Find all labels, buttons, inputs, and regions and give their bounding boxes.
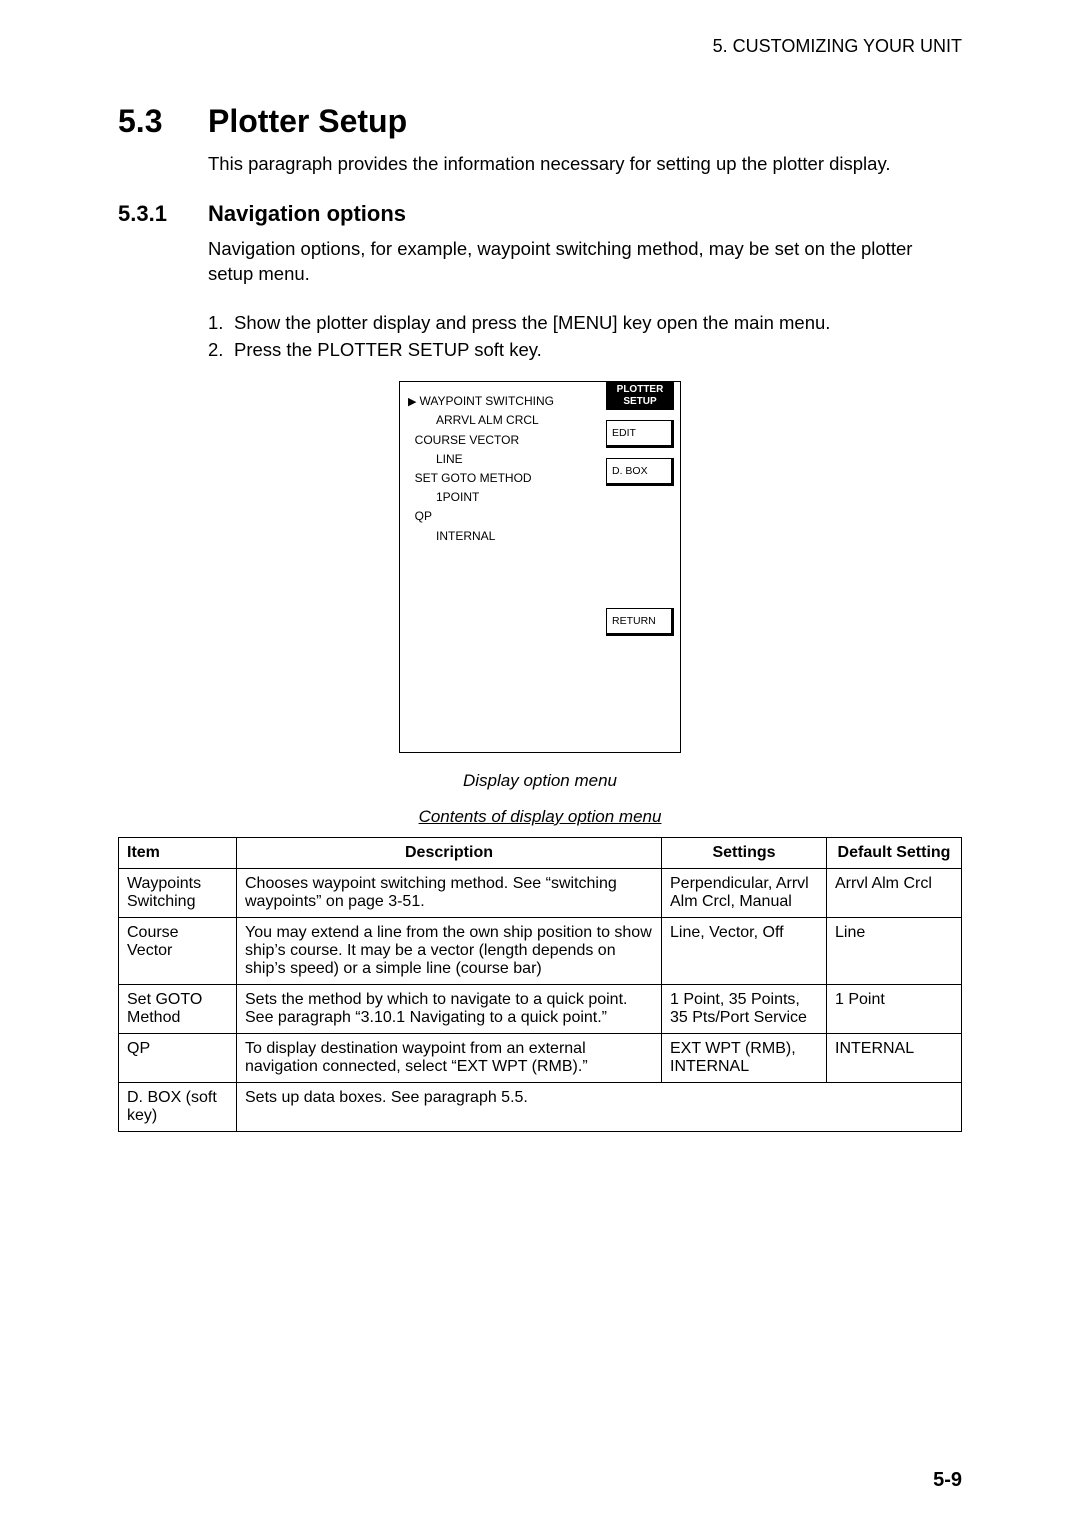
th-desc: Description: [237, 837, 662, 868]
running-header: 5. CUSTOMIZING YOUR UNIT: [118, 36, 962, 57]
table-caption: Contents of display option menu: [118, 807, 962, 827]
cell-settings: EXT WPT (RMB), INTERNAL: [662, 1033, 827, 1082]
cell-desc: Sets up data boxes. See paragraph 5.5.: [237, 1082, 962, 1131]
table-row: D. BOX (soft key) Sets up data boxes. Se…: [119, 1082, 962, 1131]
cell-desc: Sets the method by which to navigate to …: [237, 984, 662, 1033]
cell-desc: Chooses waypoint switching method. See “…: [237, 868, 662, 917]
table-row: QP To display destination waypoint from …: [119, 1033, 962, 1082]
softkey-column: PLOTTER SETUP EDIT D. BOX RETURN: [606, 382, 680, 752]
cell-item: Set GOTO Method: [119, 984, 237, 1033]
list-item: 1.Show the plotter display and press the…: [208, 311, 962, 336]
cell-item: D. BOX (soft key): [119, 1082, 237, 1131]
th-default: Default Setting: [827, 837, 962, 868]
panel-title-label: PLOTTER SETUP: [606, 382, 674, 410]
section-intro: This paragraph provides the information …: [208, 152, 962, 177]
subsection-intro: Navigation options, for example, waypoin…: [208, 237, 962, 287]
section-title: Plotter Setup: [208, 103, 407, 140]
menu-item: QP: [408, 507, 602, 526]
menu-item: ▶ WAYPOINT SWITCHING: [408, 392, 602, 412]
panel-title-line2: SETUP: [623, 396, 656, 407]
figure-caption: Display option menu: [118, 771, 962, 791]
cell-desc: You may extend a line from the own ship …: [237, 917, 662, 984]
cell-settings: 1 Point, 35 Points, 35 Pts/Port Service: [662, 984, 827, 1033]
menu-item-value: INTERNAL: [408, 527, 602, 546]
table-head-row: Item Description Settings Default Settin…: [119, 837, 962, 868]
dbox-softkey[interactable]: D. BOX: [606, 458, 674, 486]
cell-default: Line: [827, 917, 962, 984]
subsection-heading: 5.3.1 Navigation options: [118, 201, 962, 227]
cursor-icon: ▶: [408, 396, 420, 408]
table-row: Set GOTO Method Sets the method by which…: [119, 984, 962, 1033]
step-number: 1.: [208, 311, 234, 336]
cell-default: Arrvl Alm Crcl: [827, 868, 962, 917]
step-text: Press the PLOTTER SETUP soft key.: [234, 338, 542, 363]
menu-list: ▶ WAYPOINT SWITCHING ARRVL ALM CRCL COUR…: [400, 382, 606, 752]
cell-settings: Line, Vector, Off: [662, 917, 827, 984]
step-text: Show the plotter display and press the […: [234, 311, 830, 336]
cell-settings: Perpendicular, Arrvl Alm Crcl, Manual: [662, 868, 827, 917]
return-softkey[interactable]: RETURN: [606, 608, 674, 636]
menu-item-value: LINE: [408, 450, 602, 469]
cell-desc: To display destination waypoint from an …: [237, 1033, 662, 1082]
menu-item: SET GOTO METHOD: [408, 469, 602, 488]
table-row: Waypoints Switching Chooses waypoint swi…: [119, 868, 962, 917]
cell-item: QP: [119, 1033, 237, 1082]
th-item: Item: [119, 837, 237, 868]
section-number: 5.3: [118, 103, 208, 140]
subsection-number: 5.3.1: [118, 201, 208, 227]
menu-item-label: WAYPOINT SWITCHING: [420, 394, 554, 408]
cell-item: Waypoints Switching: [119, 868, 237, 917]
menu-item-value: 1POINT: [408, 488, 602, 507]
options-table: Item Description Settings Default Settin…: [118, 837, 962, 1132]
list-item: 2.Press the PLOTTER SETUP soft key.: [208, 338, 962, 363]
cell-default: INTERNAL: [827, 1033, 962, 1082]
step-list: 1.Show the plotter display and press the…: [208, 311, 962, 363]
figure-plotter-setup: ▶ WAYPOINT SWITCHING ARRVL ALM CRCL COUR…: [118, 381, 962, 753]
panel-title-line1: PLOTTER: [617, 384, 664, 395]
subsection-title: Navigation options: [208, 201, 406, 227]
menu-item-label: QP: [415, 509, 432, 523]
cell-item: Course Vector: [119, 917, 237, 984]
menu-panel: ▶ WAYPOINT SWITCHING ARRVL ALM CRCL COUR…: [399, 381, 681, 753]
table-head: Item Description Settings Default Settin…: [119, 837, 962, 868]
table-row: Course Vector You may extend a line from…: [119, 917, 962, 984]
cell-default: 1 Point: [827, 984, 962, 1033]
th-settings: Settings: [662, 837, 827, 868]
edit-softkey[interactable]: EDIT: [606, 420, 674, 448]
menu-item-label: SET GOTO METHOD: [415, 471, 532, 485]
section-heading: 5.3 Plotter Setup: [118, 103, 962, 140]
menu-item-label: COURSE VECTOR: [415, 433, 519, 447]
page-number: 5-9: [933, 1469, 962, 1492]
menu-item: COURSE VECTOR: [408, 431, 602, 450]
menu-item-value: ARRVL ALM CRCL: [408, 411, 602, 430]
step-number: 2.: [208, 338, 234, 363]
table-body: Waypoints Switching Chooses waypoint swi…: [119, 868, 962, 1131]
